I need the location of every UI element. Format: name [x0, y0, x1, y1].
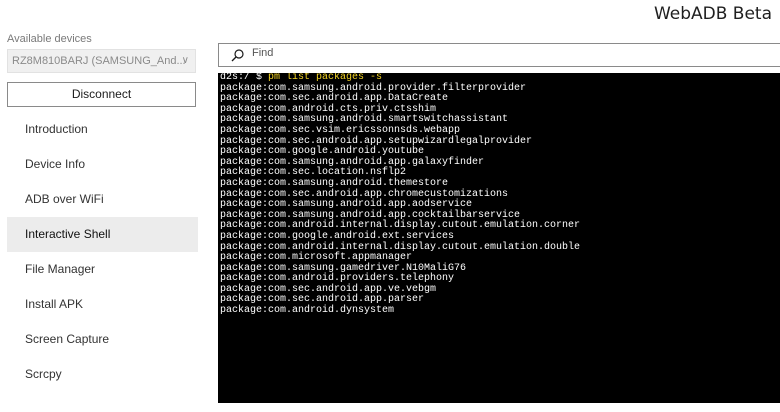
available-devices-label: Available devices: [7, 33, 92, 45]
terminal-line: package:com.google.android.ext.services: [220, 230, 455, 242]
sidebar-item-introduction[interactable]: Introduction: [7, 112, 198, 147]
app-title: WebADB Beta: [653, 4, 772, 24]
sidebar-item-screen-capture[interactable]: Screen Capture: [7, 322, 198, 357]
terminal-line: package:com.android.dynsystem: [220, 305, 395, 317]
chevron-down-icon: ∨: [181, 55, 189, 66]
terminal-line: package:com.samsung.android.themestore: [220, 177, 449, 189]
device-select[interactable]: RZ8M810BARJ (SAMSUNG_And... ∨: [7, 49, 196, 73]
sidebar-item-file-manager[interactable]: File Manager: [7, 252, 198, 287]
find-input[interactable]: [250, 46, 754, 60]
sidebar-item-interactive-shell[interactable]: Interactive Shell: [7, 217, 198, 252]
sidebar-item-adb-over-wifi[interactable]: ADB over WiFi: [7, 182, 198, 217]
sidebar: Available devices RZ8M810BARJ (SAMSUNG_A…: [0, 30, 205, 412]
terminal-prompt: d2s:/ $: [220, 73, 269, 83]
terminal-command-line: d2s:/ $ pm list packages -s: [220, 73, 780, 84]
nav-list: Introduction Device Info ADB over WiFi Inte…: [7, 112, 198, 392]
main-panel: d2s:/ $ pm list packages -s package:com.s…: [218, 30, 780, 412]
terminal-output[interactable]: d2s:/ $ pm list packages -s package:com.s…: [218, 73, 780, 403]
sidebar-item-scrcpy[interactable]: Scrcpy: [7, 357, 198, 392]
search-icon: [231, 49, 244, 62]
find-box[interactable]: [218, 43, 780, 67]
device-select-value: RZ8M810BARJ (SAMSUNG_And...: [12, 55, 186, 67]
terminal-line: package:com.sec.vsim.ericssonnsds.webapp: [220, 124, 461, 136]
sidebar-item-install-apk[interactable]: Install APK: [7, 287, 198, 322]
disconnect-button[interactable]: Disconnect: [7, 82, 196, 107]
sidebar-item-device-info[interactable]: Device Info: [7, 147, 198, 182]
terminal-command: pm list packages -s: [268, 73, 383, 83]
